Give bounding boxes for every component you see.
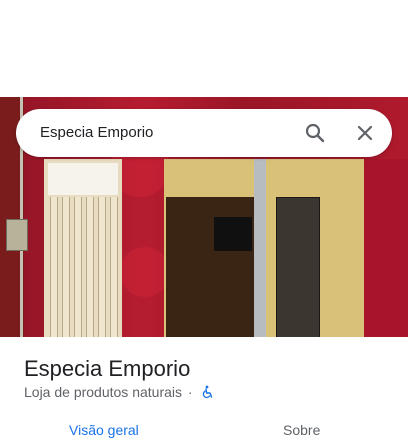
gate-bar (62, 197, 70, 337)
gate-bar (110, 197, 118, 337)
wall-bokeh (120, 247, 170, 297)
search-icon[interactable] (303, 121, 327, 145)
tab-overview[interactable]: Visão geral (69, 421, 139, 439)
gate-bar (74, 197, 82, 337)
top-blank-area (0, 0, 408, 97)
search-bar[interactable]: Especia Emporio (16, 109, 392, 157)
wall-tv (214, 217, 252, 251)
product-shelf (276, 197, 320, 337)
door-post (254, 159, 266, 337)
place-category[interactable]: Loja de produtos naturais (24, 384, 182, 400)
tab-about[interactable]: Sobre (283, 421, 320, 439)
gate-window (48, 163, 118, 195)
right-wall (364, 159, 408, 337)
gate-bar (98, 197, 106, 337)
search-input[interactable]: Especia Emporio (40, 123, 153, 143)
gate-bar (86, 197, 94, 337)
close-icon[interactable] (353, 121, 377, 145)
subtitle-separator: · (187, 384, 193, 400)
wheelchair-icon[interactable] (200, 385, 214, 399)
gate-bar (50, 197, 58, 337)
place-subtitle: Loja de produtos naturais · (24, 383, 214, 401)
place-info-panel: Especia Emporio Loja de produtos naturai… (0, 337, 408, 438)
place-title: Especia Emporio (24, 356, 191, 381)
electric-meter-box (6, 219, 28, 251)
